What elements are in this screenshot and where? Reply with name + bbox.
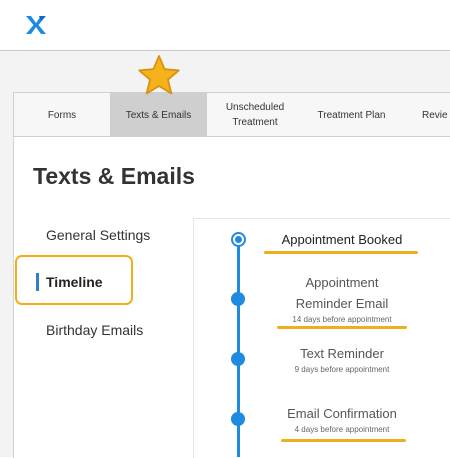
tab-unscheduled-treatment[interactable]: Unscheduled Treatment xyxy=(207,93,303,137)
event-text-reminder-title[interactable]: Text Reminder xyxy=(257,346,427,361)
nav-birthday-emails[interactable]: Birthday Emails xyxy=(46,322,143,338)
timeline-highlight-box xyxy=(15,255,133,305)
tab-unscheduled-treatment-label: Unscheduled Treatment xyxy=(225,102,285,128)
tab-texts-emails[interactable]: Texts & Emails xyxy=(110,93,207,137)
event-email-confirmation-sub: 4 days before appointment xyxy=(294,425,390,434)
event-booked-title[interactable]: Appointment Booked xyxy=(257,232,427,247)
event-text-reminder-sub: 9 days before appointment xyxy=(294,365,390,374)
x-logo-icon[interactable] xyxy=(24,13,48,37)
timeline-node-reminder-email xyxy=(231,292,245,306)
tab-bar: Forms Texts & Emails Unscheduled Treatme… xyxy=(13,92,450,137)
top-bar xyxy=(0,0,450,51)
tab-review[interactable]: Revie xyxy=(422,93,450,137)
tab-treatment-plan[interactable]: Treatment Plan xyxy=(303,93,400,137)
nav-general-settings[interactable]: General Settings xyxy=(46,227,150,243)
timeline-node-text-reminder xyxy=(231,352,245,366)
event-email-confirmation-title[interactable]: Email Confirmation xyxy=(257,406,427,421)
timeline-node-email-confirmation xyxy=(231,412,245,426)
page-title: Texts & Emails xyxy=(33,163,195,189)
event-reminder-email-sub: 14 days before appointment xyxy=(292,315,392,324)
star-icon xyxy=(138,55,180,95)
event-reminder-email-underline xyxy=(277,326,407,329)
event-reminder-email-title-line1[interactable]: Appointment xyxy=(257,275,427,290)
timeline-node-booked xyxy=(231,232,246,247)
tab-forms[interactable]: Forms xyxy=(14,93,110,137)
event-email-confirmation-underline xyxy=(281,439,406,442)
event-reminder-email-title-line2[interactable]: Reminder Email xyxy=(257,296,427,311)
event-booked-underline xyxy=(264,251,418,254)
